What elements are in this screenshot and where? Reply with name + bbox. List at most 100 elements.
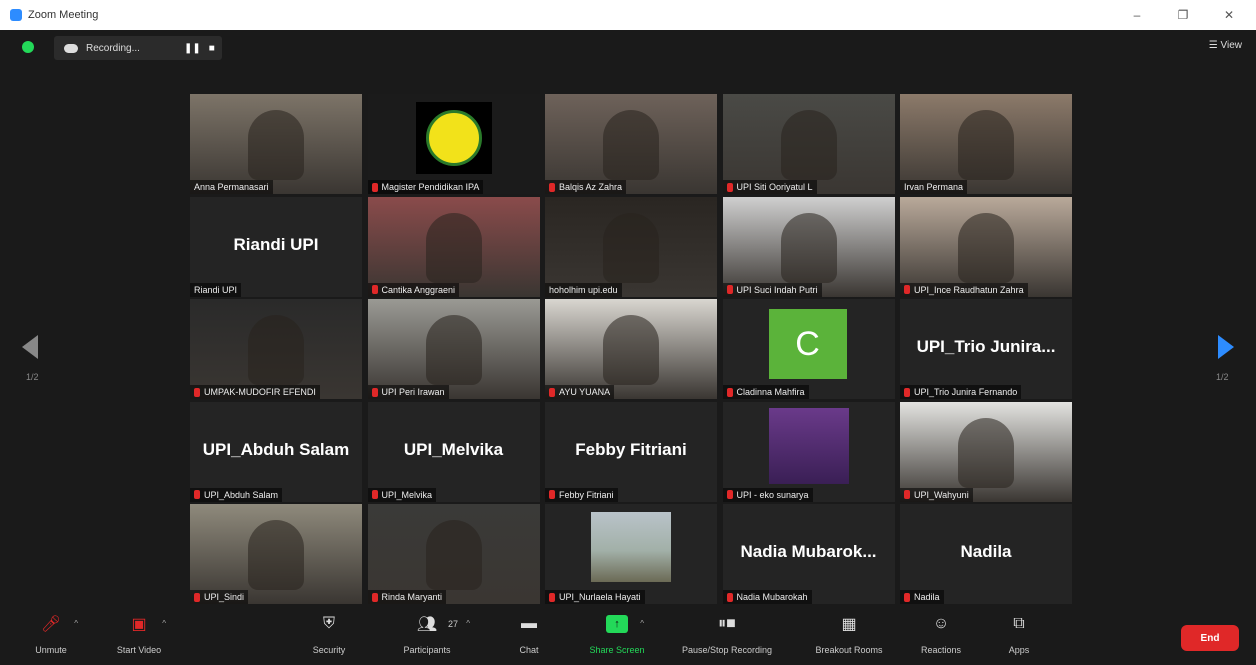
participant-tile[interactable]: Balqis Az Zahra bbox=[545, 94, 717, 194]
muted-mic-icon bbox=[726, 387, 733, 397]
participant-display-name: UPI_Abduh Salam bbox=[202, 439, 350, 459]
participant-video bbox=[545, 299, 717, 399]
participant-name-label: UPI_Abduh Salam bbox=[190, 487, 283, 502]
muted-mic-icon bbox=[371, 387, 378, 397]
encryption-shield-icon[interactable] bbox=[22, 41, 34, 53]
participant-tile[interactable]: UPI Peri Irawan bbox=[367, 299, 540, 399]
participant-name-label: UPI_Wahyuni bbox=[900, 487, 973, 502]
participant-name: hoholhim upi.edu bbox=[549, 284, 618, 295]
close-button[interactable]: ✕ bbox=[1206, 0, 1252, 30]
start-video-button[interactable]: ▣ ^ Start Video bbox=[94, 615, 184, 655]
maximize-button[interactable]: ❐ bbox=[1160, 0, 1206, 30]
participant-silhouette bbox=[780, 110, 837, 180]
shield-icon: ⛨ bbox=[322, 615, 335, 632]
participant-name-label: Balqis Az Zahra bbox=[545, 180, 627, 194]
participant-tile[interactable]: hoholhim upi.edu bbox=[545, 196, 717, 297]
chevron-up-icon[interactable]: ^ bbox=[162, 619, 166, 628]
profile-photo bbox=[591, 512, 671, 582]
participant-silhouette bbox=[425, 520, 482, 590]
participant-tile[interactable]: UPI_Abduh Salam UPI_Abduh Salam bbox=[190, 401, 362, 502]
participant-name-label: UPI_Trio Junira Fernando bbox=[900, 385, 1022, 399]
reactions-button[interactable]: ☺ Reactions bbox=[896, 615, 986, 655]
participant-tile[interactable]: UPI - eko sunarya bbox=[722, 401, 895, 502]
participant-tile[interactable]: Magister Pendidikan IPA bbox=[367, 94, 540, 194]
participant-tile[interactable]: Anna Permanasari bbox=[190, 94, 362, 194]
muted-mic-icon bbox=[904, 592, 910, 602]
participant-tile[interactable]: Cantika Anggraeni bbox=[367, 196, 540, 297]
participant-name: Rinda Maryanti bbox=[381, 592, 443, 602]
participant-tile[interactable]: UPI Siti Ooriyatul L bbox=[722, 94, 895, 194]
participant-video bbox=[367, 299, 540, 399]
chevron-up-icon[interactable]: ^ bbox=[640, 619, 644, 628]
participant-name: Magister Pendidikan IPA bbox=[381, 182, 480, 192]
pause-stop-icon: ⏸■ bbox=[718, 615, 736, 632]
security-button[interactable]: ⛨ Security bbox=[284, 615, 374, 655]
participant-tile[interactable]: Nadia Mubarok... Nadia Mubarokah bbox=[722, 504, 895, 604]
participant-name: UPI - eko sunarya bbox=[736, 489, 809, 500]
breakout-rooms-button[interactable]: ▦ Breakout Rooms bbox=[804, 615, 894, 655]
participant-tile[interactable]: C Cladinna Mahfira bbox=[722, 299, 895, 399]
participant-tile[interactable]: UPI_Trio Junira... UPI_Trio Junira Fernan… bbox=[900, 299, 1072, 399]
previous-page-arrow-icon[interactable] bbox=[22, 335, 38, 359]
participant-tile[interactable]: UPI_Nurlaela Hayati bbox=[545, 504, 717, 604]
participant-display-name: Nadia Mubarok... bbox=[740, 542, 877, 561]
participant-tile[interactable]: Nadila Nadila bbox=[900, 504, 1072, 604]
participant-name-label: UMPAK-MUDOFIR EFENDI bbox=[190, 385, 320, 399]
participant-tile[interactable]: UPI_Melvika UPI_Melvika bbox=[367, 401, 540, 502]
participant-name-label: UPI_Sindi bbox=[190, 590, 249, 604]
participant-tile[interactable]: Febby Fitriani Febby Fitriani bbox=[545, 401, 717, 502]
muted-mic-icon bbox=[371, 285, 378, 294]
chevron-up-icon[interactable]: ^ bbox=[466, 619, 470, 628]
end-meeting-button[interactable]: End bbox=[1181, 625, 1239, 651]
participant-tile[interactable]: AYU YUANA bbox=[545, 299, 717, 399]
participant-name-label: Magister Pendidikan IPA bbox=[367, 180, 484, 194]
minimize-button[interactable]: – bbox=[1114, 0, 1160, 30]
recording-label: Recording... bbox=[86, 42, 140, 54]
participant-name-label: Irvan Permana bbox=[900, 180, 968, 194]
participant-tile[interactable]: UPI_Wahyuni bbox=[900, 401, 1072, 502]
participant-name-label: UPI Suci Indah Putri bbox=[722, 282, 822, 297]
participant-video bbox=[367, 196, 540, 297]
page-indicator-right: 1/2 bbox=[1216, 372, 1229, 382]
participant-name: Nadia Mubarokah bbox=[736, 592, 808, 602]
muted-mic-icon bbox=[726, 285, 733, 294]
stop-recording-icon[interactable]: ■ bbox=[209, 43, 215, 54]
pause-stop-recording-button[interactable]: ⏸■ Pause/Stop Recording bbox=[682, 615, 772, 655]
participant-tile[interactable]: Irvan Permana bbox=[900, 94, 1072, 194]
chevron-up-icon[interactable]: ^ bbox=[74, 619, 78, 628]
reactions-label: Reactions bbox=[920, 645, 962, 655]
chat-button[interactable]: ▬ Chat bbox=[484, 615, 574, 655]
participant-tile[interactable]: UPI_Sindi bbox=[190, 504, 362, 604]
participant-name: Cantika Anggraeni bbox=[381, 284, 456, 295]
participant-name-label: Anna Permanasari bbox=[190, 180, 273, 194]
participant-tile[interactable]: Riandi UPI Riandi UPI bbox=[190, 196, 362, 297]
participant-name-label: UPI_Nurlaela Hayati bbox=[545, 590, 645, 604]
reactions-icon: ☺ bbox=[932, 615, 950, 632]
participants-button[interactable]: 👥︎ 27 ^ Participants bbox=[382, 615, 472, 655]
participant-tile[interactable]: UPI_Ince Raudhatun Zahra bbox=[900, 196, 1072, 297]
participant-silhouette bbox=[958, 212, 1014, 283]
view-button[interactable]: ☰ View bbox=[1209, 40, 1242, 51]
participant-video bbox=[190, 299, 362, 399]
share-screen-button[interactable]: ↑ ^ Share Screen bbox=[572, 615, 662, 655]
participant-silhouette bbox=[780, 212, 837, 283]
apps-button[interactable]: ⧉ Apps bbox=[974, 615, 1064, 655]
participant-tile[interactable]: UPI Suci Indah Putri bbox=[722, 196, 895, 297]
participant-name: Balqis Az Zahra bbox=[559, 182, 623, 192]
participant-name: UPI_Abduh Salam bbox=[204, 489, 279, 500]
participants-icon: 👥︎ bbox=[416, 616, 438, 633]
unmute-label: Unmute bbox=[35, 645, 67, 655]
participant-name-label: Nadila bbox=[900, 590, 944, 604]
participant-name-label: Cladinna Mahfira bbox=[722, 385, 809, 399]
breakout-rooms-label: Breakout Rooms bbox=[815, 645, 883, 655]
participant-tile[interactable]: Rinda Maryanti bbox=[367, 504, 540, 604]
next-page-arrow-icon[interactable] bbox=[1218, 335, 1234, 359]
participant-tile[interactable]: UMPAK-MUDOFIR EFENDI bbox=[190, 299, 362, 399]
unmute-button[interactable]: 🎤︎ ^ Unmute bbox=[6, 615, 96, 655]
participant-name-label: AYU YUANA bbox=[545, 385, 615, 399]
participant-name: UPI_Nurlaela Hayati bbox=[559, 592, 641, 602]
participant-name-label: UPI_Melvika bbox=[367, 487, 437, 502]
pause-recording-icon[interactable]: ❚❚ bbox=[184, 43, 201, 54]
apps-icon: ⧉ bbox=[1013, 615, 1025, 632]
participant-name-label: Rinda Maryanti bbox=[367, 590, 447, 604]
